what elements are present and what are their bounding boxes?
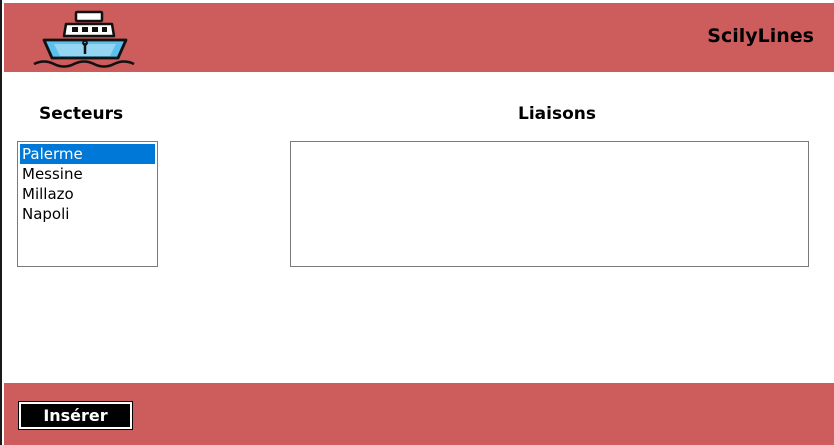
secteur-item-palerme[interactable]: Palerme: [20, 144, 155, 164]
secteur-item-napoli[interactable]: Napoli: [20, 204, 155, 224]
ship-icon: [33, 10, 135, 68]
liaisons-listbox[interactable]: [290, 141, 809, 267]
app-window: ScilyLines Secteurs Liaisons Palerme Mes…: [0, 0, 834, 445]
secteurs-label: Secteurs: [39, 104, 124, 124]
footer-bar: Insérer: [4, 383, 834, 445]
insert-button[interactable]: Insérer: [18, 401, 133, 430]
secteur-item-messine[interactable]: Messine: [20, 164, 155, 184]
header-bar: ScilyLines: [4, 3, 834, 72]
liaisons-label: Liaisons: [518, 104, 596, 124]
secteurs-listbox[interactable]: Palerme Messine Millazo Napoli: [17, 141, 158, 267]
secteur-item-millazo[interactable]: Millazo: [20, 184, 155, 204]
app-title: ScilyLines: [707, 25, 814, 47]
